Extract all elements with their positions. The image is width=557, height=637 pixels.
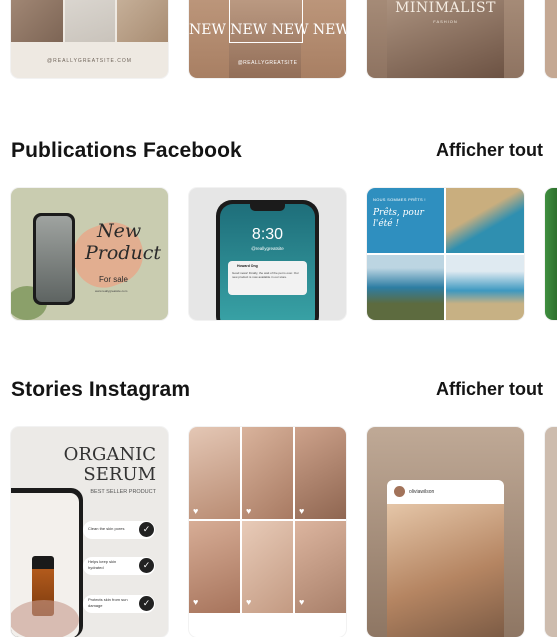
tile-handle: @REALLYGREATSITE [237, 60, 298, 66]
product-line1: New [97, 220, 142, 242]
notification-name: Howard Ong [237, 264, 258, 268]
check-icon: ✓ [139, 596, 154, 611]
template-thumbnail-top-1[interactable]: @REALLYGREATSITE.COM [11, 0, 168, 78]
sky-panel: NOUS SOMMES PRÊTS ! Prêts, pour l'été ! [367, 188, 444, 253]
grid-photo: ♥ [295, 521, 346, 613]
template-thumbnail-facebook-4-peek[interactable] [545, 188, 557, 320]
post-photo [387, 504, 504, 637]
product-line2: Product [85, 242, 161, 264]
grid-photo: ♥ [295, 427, 346, 519]
template-thumbnail-top-4-peek[interactable] [545, 0, 557, 78]
template-thumbnail-top-3[interactable]: MINIMALIST FASHION [367, 0, 524, 78]
phone-notch [250, 204, 285, 211]
phone-mockup: 8:30 @reallygreatsite Howard Ong Good ne… [216, 200, 319, 320]
see-all-link-instagram[interactable]: Afficher tout [436, 379, 543, 400]
flower-decoration [11, 600, 79, 637]
facebook-template-row: New Product For sale www.reallygreatsite… [0, 188, 557, 320]
benefit-text: Helps keep skin hydrated [88, 559, 117, 570]
section-title-facebook: Publications Facebook [11, 139, 242, 162]
instagram-template-row: ORGANIC SERUM BEST SELLER PRODUCT Clean … [0, 427, 557, 637]
post-username: oliviawilson [409, 489, 435, 495]
notification-text: Good news! Finally, the wait of the pet … [232, 271, 299, 279]
panel-kicker: NOUS SOMMES PRÊTS ! [373, 197, 426, 202]
photo-block [11, 0, 63, 42]
template-thumbnail-facebook-3[interactable]: NOUS SOMMES PRÊTS ! Prêts, pour l'été ! [367, 188, 524, 320]
section-title-instagram: Stories Instagram [11, 378, 191, 401]
template-thumbnail-facebook-2[interactable]: 8:30 @reallygreatsite Howard Ong Good ne… [189, 188, 346, 320]
grid-photo: ♥ [242, 521, 293, 613]
heart-icon: ♥ [299, 506, 305, 516]
panel-script: Prêts, pour l'été ! [373, 208, 424, 229]
template-thumbnail-facebook-1[interactable]: New Product For sale www.reallygreatsite… [11, 188, 168, 320]
heart-icon: ♥ [246, 506, 252, 516]
post-card: oliviawilson [387, 480, 504, 637]
heart-icon: ♥ [246, 597, 252, 607]
tile-title: MINIMALIST [395, 0, 496, 16]
benefit-text: Protects skin from sun damage [88, 597, 128, 608]
tile-caption: @REALLYGREATSITE.COM [47, 58, 132, 64]
benefit-item-3: Protects skin from sun damage ✓ [83, 595, 155, 613]
grid-photo: ♥ [189, 521, 240, 613]
serum-title2: SERUM [83, 464, 156, 485]
tile-headline: NEW NEW NEW NEW [189, 22, 346, 38]
phone-mockup [33, 213, 75, 305]
benefit-item-1: Clean the skin pores ✓ [83, 521, 155, 539]
product-url: www.reallygreatsite.com [95, 289, 128, 293]
template-thumbnail-instagram-3[interactable]: oliviawilson [367, 427, 524, 637]
product-sub: For sale [99, 275, 128, 284]
lock-handle: @reallygreatsite [251, 246, 284, 251]
photo-block [65, 0, 115, 42]
grid-photo: ♥ [242, 427, 293, 519]
avatar [394, 486, 405, 497]
heart-icon: ♥ [193, 597, 199, 607]
check-icon: ✓ [139, 522, 154, 537]
template-thumbnail-instagram-4-peek[interactable] [545, 427, 557, 637]
bay-photo [446, 255, 524, 320]
phone-mockup [11, 488, 83, 637]
template-thumbnail-top-2[interactable]: NEW NEW NEW NEW @REALLYGREATSITE [189, 0, 346, 78]
top-template-row: @REALLYGREATSITE.COM NEW NEW NEW NEW @RE… [0, 0, 557, 78]
serum-sub: BEST SELLER PRODUCT [90, 489, 156, 495]
notification-card: Howard Ong Good news! Finally, the wait … [228, 261, 307, 295]
template-thumbnail-instagram-2[interactable]: ♥ ♥ ♥ ♥ ♥ ♥ [189, 427, 346, 637]
serum-title1: ORGANIC [63, 444, 156, 465]
grid-photo: ♥ [189, 427, 240, 519]
beach-photo [446, 188, 524, 253]
heart-icon: ♥ [299, 597, 305, 607]
check-icon: ✓ [139, 558, 154, 573]
template-thumbnail-instagram-1[interactable]: ORGANIC SERUM BEST SELLER PRODUCT Clean … [11, 427, 168, 637]
benefit-text: Clean the skin pores [88, 526, 125, 531]
see-all-link-facebook[interactable]: Afficher tout [436, 140, 543, 161]
photo-block [117, 0, 168, 42]
lock-time: 8:30 [251, 226, 284, 243]
coast-photo [367, 255, 444, 320]
tile-subtitle: FASHION [433, 19, 458, 24]
heart-icon: ♥ [193, 506, 199, 516]
benefit-item-2: Helps keep skin hydrated ✓ [83, 557, 155, 575]
